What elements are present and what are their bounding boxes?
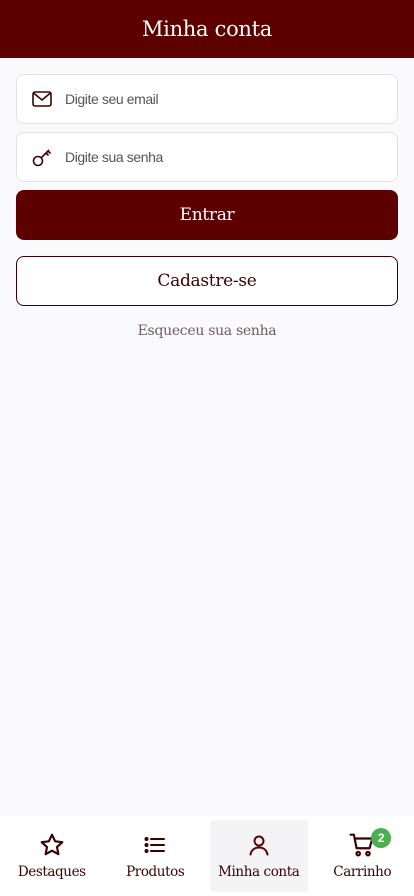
tab-label: Destaques (17, 864, 86, 880)
tab-minha-conta[interactable]: Minha conta (209, 820, 308, 892)
app-header: Minha conta (0, 0, 414, 58)
tab-carrinho[interactable]: 2 Carrinho (313, 820, 411, 892)
user-icon (246, 832, 272, 858)
star-icon (39, 832, 65, 858)
tab-label: Carrinho (333, 864, 392, 880)
forgot-password-link[interactable]: Esqueceu sua senha (16, 323, 398, 339)
tab-label: Minha conta (218, 864, 300, 880)
tab-produtos[interactable]: Produtos (106, 820, 204, 892)
email-input[interactable] (65, 75, 397, 123)
register-button[interactable]: Cadastre-se (16, 256, 398, 306)
cart-count-badge: 2 (371, 828, 392, 848)
key-icon (31, 146, 53, 168)
login-button[interactable]: Entrar (16, 190, 398, 240)
envelope-icon (31, 88, 53, 110)
email-field[interactable] (16, 74, 398, 124)
login-form: Entrar Cadastre-se Esqueceu sua senha (16, 74, 398, 339)
tab-destaques[interactable]: Destaques (3, 820, 101, 892)
tab-label: Produtos (126, 864, 185, 880)
password-input[interactable] (65, 133, 397, 181)
password-field[interactable] (16, 132, 398, 182)
list-icon (142, 832, 168, 858)
page-title: Minha conta (141, 17, 273, 41)
bottom-tab-bar: Destaques Produtos Minha conta 2 Carrinh… (0, 816, 414, 896)
